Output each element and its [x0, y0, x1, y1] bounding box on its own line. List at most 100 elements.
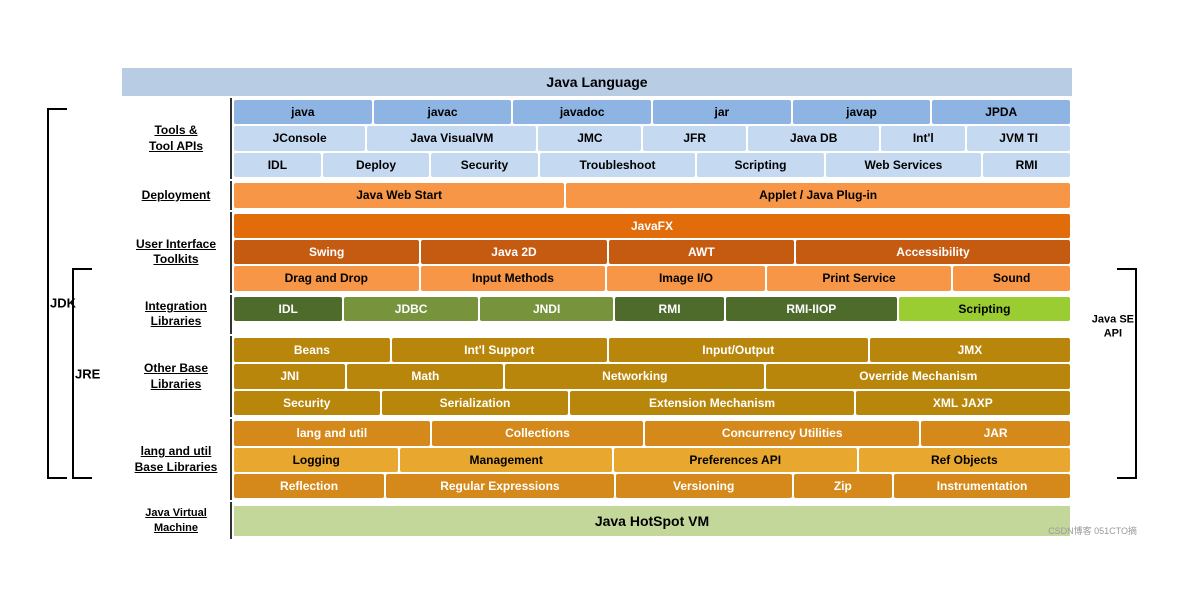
cell-draganddrop: Drag and Drop [234, 266, 419, 290]
cell-javadb: Java DB [748, 126, 879, 150]
cell-scripting-tools: Scripting [697, 153, 823, 177]
lang-row3: Reflection Regular Expressions Versionin… [234, 474, 1070, 498]
deployment-row: Java Web Start Applet / Java Plug-in [234, 183, 1070, 207]
lang-util-label: lang and utilBase Libraries [122, 419, 232, 500]
cell-jndi: JNDI [480, 297, 613, 321]
cell-applet: Applet / Java Plug-in [566, 183, 1070, 207]
cell-rmi-int: RMI [615, 297, 723, 321]
cell-security-tools: Security [431, 153, 537, 177]
cell-intl-support: Int'l Support [392, 338, 607, 362]
cell-idl-int: IDL [234, 297, 342, 321]
jvm-content-area: Java HotSpot VM [232, 502, 1072, 539]
java-se-bracket [1117, 268, 1137, 479]
cell-inputoutput: Input/Output [609, 338, 868, 362]
integration-label: IntegrationLibraries [122, 295, 232, 334]
cell-rmi-iiop: RMI-IIOP [726, 297, 897, 321]
cell-zip: Zip [794, 474, 892, 498]
lang-util-section: lang and utilBase Libraries lang and uti… [122, 419, 1072, 500]
cell-javafx: JavaFX [234, 214, 1070, 238]
cell-java2d: Java 2D [421, 240, 606, 264]
cell-webservices: Web Services [826, 153, 982, 177]
integration-content: IDL JDBC JNDI RMI RMI-IIOP Scripting [232, 295, 1072, 334]
cell-networking: Networking [505, 364, 764, 388]
ui-toolkits-section: User InterfaceToolkits JavaFX Swing Java… [122, 212, 1072, 293]
cell-javadoc: javadoc [513, 100, 651, 124]
ui-row2: Drag and Drop Input Methods Image I/O Pr… [234, 266, 1070, 290]
tools-row1: java javac javadoc jar javap JPDA [234, 100, 1070, 124]
cell-jvm: Java HotSpot VM [234, 506, 1070, 536]
cell-jar: JAR [921, 421, 1070, 445]
cell-rmi-tools: RMI [983, 153, 1070, 177]
tools-label: Tools &Tool APIs [122, 98, 232, 179]
cell-awt: AWT [609, 240, 794, 264]
cell-swing: Swing [234, 240, 419, 264]
cell-logging: Logging [234, 448, 398, 472]
cell-jpda: JPDA [932, 100, 1070, 124]
cell-collections: Collections [432, 421, 643, 445]
jvm-label: Java Virtual Machine [122, 502, 232, 539]
lang-row2: Logging Management Preferences API Ref O… [234, 448, 1070, 472]
javafx-row: JavaFX [234, 214, 1070, 238]
cell-jvmti: JVM TI [967, 126, 1070, 150]
deployment-section: Deployment Java Web Start Applet / Java … [122, 181, 1072, 209]
cell-versioning: Versioning [616, 474, 792, 498]
cell-jfr: JFR [643, 126, 746, 150]
deployment-content: Java Web Start Applet / Java Plug-in [232, 181, 1072, 209]
watermark: CSDN博客 051CTO摘 [1048, 524, 1137, 537]
java-language-header: Java Language [122, 68, 1072, 96]
cell-imageio: Image I/O [607, 266, 764, 290]
lang-content: lang and util Collections Concurrency Ut… [232, 419, 1072, 500]
integration-section: IntegrationLibraries IDL JDBC JNDI RMI R… [122, 295, 1072, 334]
base-libraries-label: Other BaseLibraries [122, 336, 232, 417]
cell-jdbc: JDBC [344, 297, 477, 321]
tools-content: java javac javadoc jar javap JPDA JConso… [232, 98, 1072, 179]
cell-preferences: Preferences API [614, 448, 857, 472]
cell-javap: javap [793, 100, 931, 124]
cell-xmljaxp: XML JAXP [856, 391, 1070, 415]
cell-jmc: JMC [538, 126, 641, 150]
diagram-container: JDK JRE Java Language Tools &Tool APIs j… [42, 68, 1142, 539]
cell-serialization: Serialization [382, 391, 569, 415]
cell-jmx: JMX [870, 338, 1070, 362]
cell-regex: Regular Expressions [386, 474, 614, 498]
ui-content: JavaFX Swing Java 2D AWT Accessibility D… [232, 212, 1072, 293]
cell-sound: Sound [953, 266, 1070, 290]
right-labels: Java SEAPI [1072, 68, 1142, 539]
jre-label: JRE [75, 367, 100, 382]
cell-printservice: Print Service [767, 266, 952, 290]
cell-javawebstart: Java Web Start [234, 183, 564, 207]
base-content: Beans Int'l Support Input/Output JMX JNI… [232, 336, 1072, 417]
cell-security: Security [234, 391, 380, 415]
cell-accessibility: Accessibility [796, 240, 1070, 264]
cell-beans: Beans [234, 338, 390, 362]
cell-scripting-int: Scripting [899, 297, 1070, 321]
cell-intl: Int'l [881, 126, 965, 150]
cell-langutil: lang and util [234, 421, 430, 445]
cell-jni: JNI [234, 364, 345, 388]
integration-row: IDL JDBC JNDI RMI RMI-IIOP Scripting [234, 297, 1070, 321]
deployment-label: Deployment [122, 181, 232, 209]
cell-idl: IDL [234, 153, 321, 177]
cell-jar: jar [653, 100, 791, 124]
cell-javac: javac [374, 100, 512, 124]
cell-instrumentation: Instrumentation [894, 474, 1070, 498]
base-libraries-section: Other BaseLibraries Beans Int'l Support … [122, 336, 1072, 417]
base-row3: Security Serialization Extension Mechani… [234, 391, 1070, 415]
jvm-section: Java Virtual Machine Java HotSpot VM [122, 502, 1072, 539]
tools-row3: IDL Deploy Security Troubleshoot Scripti… [234, 153, 1070, 177]
cell-override: Override Mechanism [766, 364, 1070, 388]
cell-concurrency: Concurrency Utilities [645, 421, 919, 445]
main-diagram: Java Language Tools &Tool APIs java java… [122, 68, 1072, 539]
cell-troubleshoot: Troubleshoot [540, 153, 696, 177]
cell-inputmethods: Input Methods [421, 266, 606, 290]
cell-jconsole: JConsole [234, 126, 365, 150]
cell-refobjects: Ref Objects [859, 448, 1070, 472]
jdk-bracket [47, 108, 67, 479]
cell-management: Management [400, 448, 611, 472]
left-labels: JDK JRE [42, 68, 122, 539]
cell-reflection: Reflection [234, 474, 384, 498]
base-row1: Beans Int'l Support Input/Output JMX [234, 338, 1070, 362]
lang-row1: lang and util Collections Concurrency Ut… [234, 421, 1070, 445]
ui-toolkits-label: User InterfaceToolkits [122, 212, 232, 293]
cell-math: Math [347, 364, 503, 388]
